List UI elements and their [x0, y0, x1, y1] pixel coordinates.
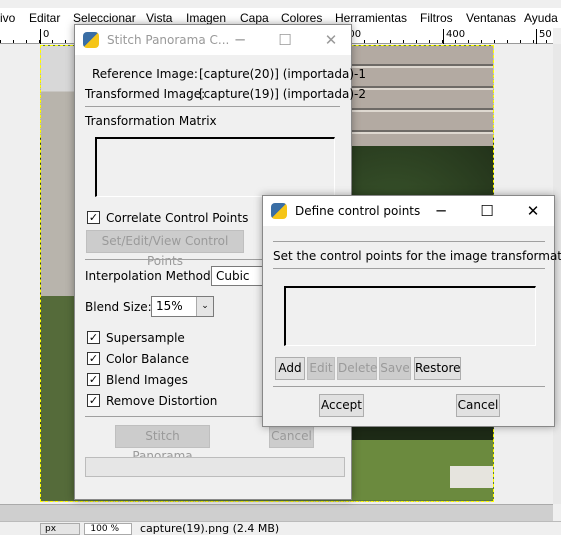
- delete-button[interactable]: Delete: [337, 357, 377, 380]
- menu-ventanas[interactable]: Ventanas: [466, 11, 516, 25]
- stitch-panorama-button[interactable]: Stitch Panorama: [115, 425, 210, 463]
- color-balance-checkbox[interactable]: ✓: [87, 352, 100, 365]
- menu-imagen[interactable]: Imagen: [186, 11, 226, 25]
- python-icon: [83, 32, 99, 48]
- status-bar: px 100 % capture(19).png (2.4 MB): [0, 521, 561, 535]
- accept-button[interactable]: Accept: [319, 394, 364, 417]
- maximize-icon[interactable]: ☐: [265, 25, 305, 55]
- save-button[interactable]: Save: [379, 357, 411, 380]
- separator: [273, 386, 545, 387]
- close-icon[interactable]: ✕: [311, 25, 351, 55]
- menu-colores[interactable]: Colores: [281, 11, 322, 25]
- close-icon[interactable]: ✕: [513, 196, 553, 226]
- reference-label: Reference Image:: [92, 67, 198, 81]
- dialog-title: Define control points: [295, 204, 421, 218]
- menu-item[interactable]: ivo: [0, 11, 15, 25]
- menu-vista[interactable]: Vista: [146, 11, 172, 25]
- cancel-button[interactable]: Cancel: [269, 425, 314, 448]
- blend-size-select[interactable]: 15% ⌄: [151, 296, 214, 317]
- image-content: [450, 466, 493, 488]
- menu-seleccionar[interactable]: Seleccionar: [73, 11, 136, 25]
- title-bar: Stitch Panorama C... ─ ☐ ✕: [75, 25, 351, 55]
- menu-ayuda[interactable]: Ayuda: [524, 11, 558, 25]
- separator: [273, 241, 545, 242]
- ruler-tick: 400: [443, 29, 465, 44]
- transformed-value: [capture(19)] (importada)-2: [199, 87, 367, 101]
- define-control-points-dialog: Define control points ─ ☐ ✕ Set the cont…: [262, 195, 561, 427]
- remove-distortion-checkbox[interactable]: ✓: [87, 394, 100, 407]
- separator: [273, 268, 545, 269]
- separator: [85, 106, 340, 107]
- python-icon: [271, 203, 287, 219]
- remove-distortion-label: Remove Distortion: [106, 394, 218, 408]
- matrix-label: Transformation Matrix: [85, 114, 217, 128]
- chevron-down-icon[interactable]: ⌄: [196, 297, 213, 316]
- image-content: [41, 46, 75, 501]
- blend-size-label: Blend Size:: [85, 300, 152, 314]
- unit-select[interactable]: px: [40, 523, 80, 535]
- cancel-button[interactable]: Cancel: [456, 394, 500, 417]
- transformation-matrix-box: [95, 137, 335, 197]
- reference-value: [capture(20)] (importada)-1: [199, 67, 367, 81]
- ruler-tick: 0: [40, 29, 49, 44]
- menu-herramientas[interactable]: Herramientas: [335, 11, 407, 25]
- blend-images-label: Blend Images: [106, 373, 188, 387]
- minimize-icon[interactable]: ─: [421, 196, 461, 226]
- instruction-text: Set the control points for the image tra…: [273, 249, 561, 263]
- supersample-checkbox[interactable]: ✓: [87, 331, 100, 344]
- supersample-label: Supersample: [106, 331, 185, 345]
- blend-images-checkbox[interactable]: ✓: [87, 373, 100, 386]
- restore-button[interactable]: Restore: [414, 357, 461, 380]
- interpolation-value: Cubic: [216, 269, 250, 283]
- dialog-title: Stitch Panorama C...: [107, 33, 230, 47]
- minimize-icon[interactable]: ─: [220, 25, 260, 55]
- transformed-label: Transformed Image:: [85, 87, 206, 101]
- horizontal-scrollbar[interactable]: [0, 504, 553, 521]
- file-info: capture(19).png (2.4 MB): [140, 522, 280, 535]
- zoom-select[interactable]: 100 %: [84, 523, 132, 535]
- menu-filtros[interactable]: Filtros: [420, 11, 453, 25]
- set-edit-view-control-points-button[interactable]: Set/Edit/View Control Points: [86, 230, 244, 268]
- progress-bar: [85, 457, 345, 477]
- menu-capa[interactable]: Capa: [240, 11, 269, 25]
- image-content: [350, 46, 493, 146]
- correlate-checkbox[interactable]: ✓: [87, 211, 100, 224]
- color-balance-label: Color Balance: [106, 352, 190, 366]
- maximize-icon[interactable]: ☐: [467, 196, 507, 226]
- add-button[interactable]: Add: [275, 357, 305, 380]
- correlate-label: Correlate Control Points: [106, 211, 249, 225]
- blend-size-value: 15%: [156, 299, 183, 313]
- ruler-tick: 50: [536, 29, 552, 44]
- title-bar: Define control points ─ ☐ ✕: [263, 196, 554, 226]
- edit-button[interactable]: Edit: [307, 357, 335, 380]
- control-points-list[interactable]: [284, 286, 536, 346]
- menu-editar[interactable]: Editar: [29, 11, 60, 25]
- interpolation-label: Interpolation Method:: [85, 269, 215, 283]
